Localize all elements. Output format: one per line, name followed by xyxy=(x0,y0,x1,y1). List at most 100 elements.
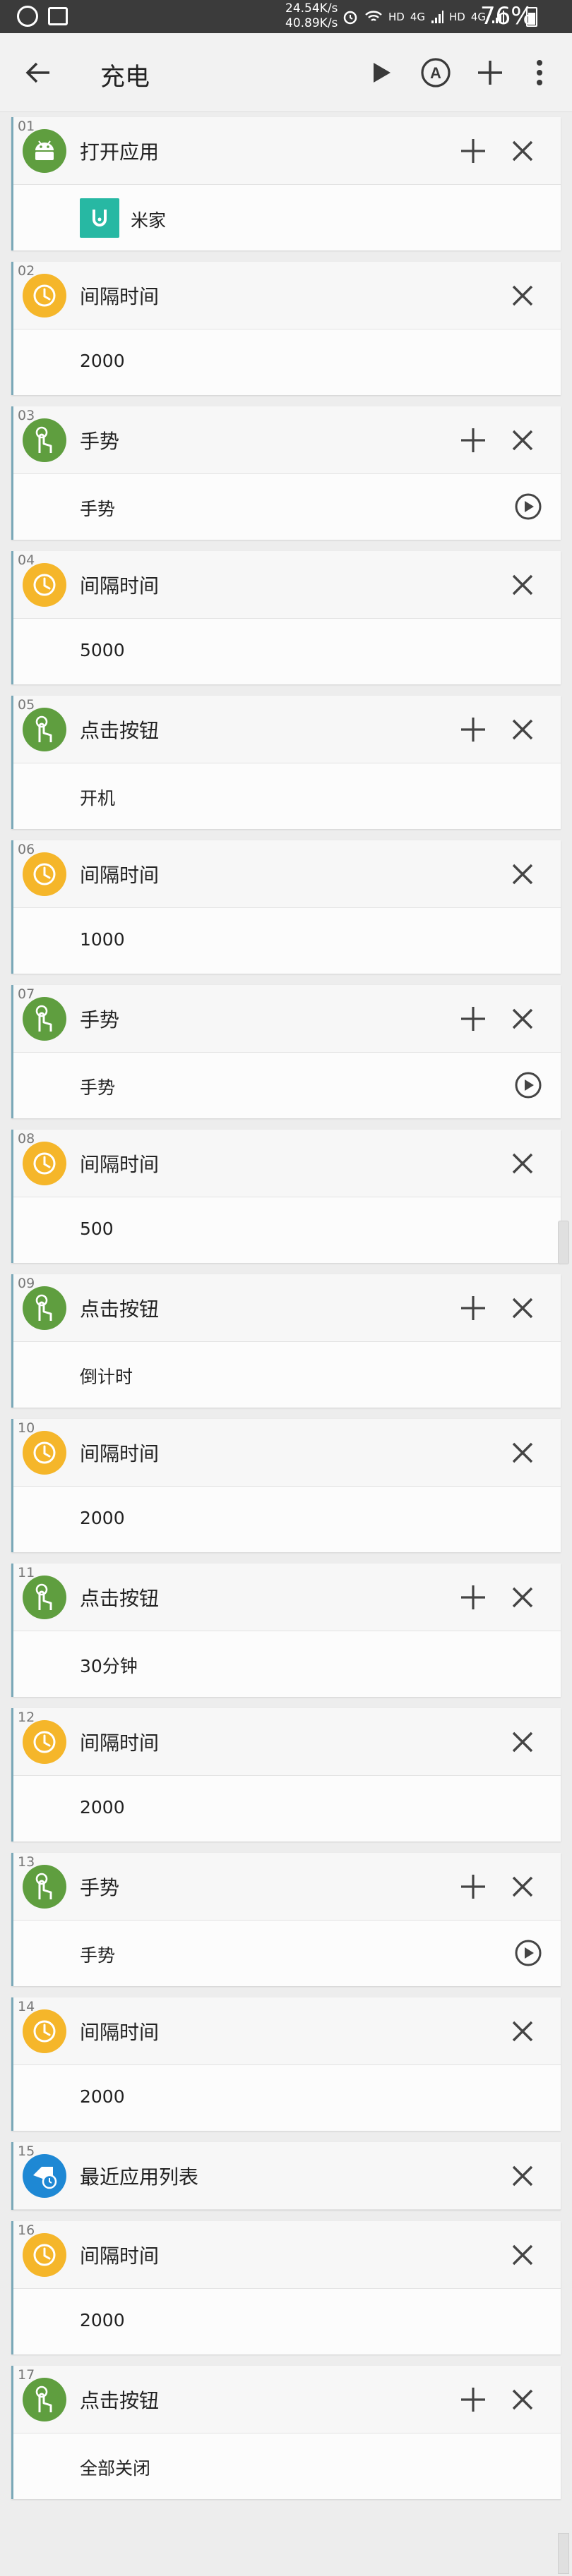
add-step-button[interactable] xyxy=(470,53,510,92)
step-header[interactable]: 03 手势 xyxy=(13,406,561,474)
back-button[interactable] xyxy=(20,54,56,91)
clock-icon xyxy=(23,1142,66,1185)
add-substep-button[interactable] xyxy=(453,1578,493,1617)
more-button[interactable] xyxy=(520,53,559,92)
step-header[interactable]: 10 间隔时间 xyxy=(13,1419,561,1487)
step-body[interactable]: 开机 xyxy=(13,763,561,829)
step-header[interactable]: 06 间隔时间 xyxy=(13,840,561,908)
step-header[interactable]: 02 间隔时间 xyxy=(13,262,561,329)
step-body[interactable]: 米家 xyxy=(13,185,561,250)
remove-step-button[interactable] xyxy=(503,2012,542,2051)
remove-step-button[interactable] xyxy=(503,1288,542,1328)
run-button[interactable] xyxy=(362,53,401,92)
step-card[interactable]: 16 间隔时间 2000 xyxy=(11,2221,561,2354)
step-card[interactable]: 02 间隔时间 2000 xyxy=(11,262,561,395)
step-header[interactable]: 05 点击按钮 xyxy=(13,696,561,763)
step-number: 05 xyxy=(18,697,35,713)
remove-step-button[interactable] xyxy=(503,1433,542,1473)
remove-step-button[interactable] xyxy=(503,276,542,315)
app-name: 米家 xyxy=(131,210,167,231)
step-body[interactable]: 全部关闭 xyxy=(13,2433,561,2499)
remove-step-button[interactable] xyxy=(503,565,542,605)
step-body[interactable]: 2000 xyxy=(13,2065,561,2131)
step-header[interactable]: 04 间隔时间 xyxy=(13,551,561,619)
wifi-icon xyxy=(365,11,382,21)
step-header[interactable]: 17 点击按钮 xyxy=(13,2366,561,2433)
step-header[interactable]: 14 间隔时间 xyxy=(13,1997,561,2065)
step-card[interactable]: 01 打开应用 米家 xyxy=(11,117,561,250)
add-substep-button[interactable] xyxy=(453,421,493,460)
remove-step-button[interactable] xyxy=(503,1722,542,1762)
step-title: 点击按钮 xyxy=(80,719,160,742)
step-card[interactable]: 14 间隔时间 2000 xyxy=(11,1997,561,2131)
remove-step-button[interactable] xyxy=(503,2156,542,2196)
add-substep-button[interactable] xyxy=(453,1867,493,1906)
step-body[interactable]: 倒计时 xyxy=(13,1342,561,1408)
add-substep-button[interactable] xyxy=(453,710,493,749)
preview-gesture-button[interactable] xyxy=(513,491,544,522)
step-card[interactable]: 05 点击按钮 开机 xyxy=(11,696,561,829)
step-number: 10 xyxy=(18,1420,35,1436)
step-card[interactable]: 17 点击按钮 全部关闭 xyxy=(11,2366,561,2499)
preview-gesture-button[interactable] xyxy=(513,1937,544,1969)
step-body[interactable]: 2000 xyxy=(13,1776,561,1842)
step-card[interactable]: 10 间隔时间 2000 xyxy=(11,1419,561,1552)
step-card[interactable]: 08 间隔时间 500 xyxy=(11,1130,561,1263)
auto-run-button[interactable]: A xyxy=(416,53,455,92)
step-body[interactable]: 手势 xyxy=(13,1053,561,1118)
step-header[interactable]: 13 手势 xyxy=(13,1853,561,1921)
status-left-icons xyxy=(17,6,68,27)
preview-gesture-button[interactable] xyxy=(513,1070,544,1101)
drag-handle[interactable] xyxy=(558,2533,569,2574)
step-title: 间隔时间 xyxy=(80,864,160,887)
clock-icon xyxy=(23,1431,66,1475)
step-card[interactable]: 06 间隔时间 1000 xyxy=(11,840,561,974)
step-card[interactable]: 11 点击按钮 30分钟 xyxy=(11,1564,561,1697)
remove-step-button[interactable] xyxy=(503,854,542,894)
step-body[interactable]: 2000 xyxy=(13,2289,561,2354)
remove-step-button[interactable] xyxy=(503,2235,542,2275)
add-substep-button[interactable] xyxy=(453,1288,493,1328)
step-header[interactable]: 07 手势 xyxy=(13,985,561,1053)
step-header[interactable]: 01 打开应用 xyxy=(13,117,561,185)
step-card[interactable]: 15 最近应用列表 xyxy=(11,2142,561,2210)
remove-step-button[interactable] xyxy=(503,710,542,749)
step-body[interactable]: 30分钟 xyxy=(13,1631,561,1697)
step-header[interactable]: 16 间隔时间 xyxy=(13,2221,561,2289)
step-value: 手势 xyxy=(80,499,116,519)
step-body[interactable]: 1000 xyxy=(13,908,561,974)
step-card[interactable]: 04 间隔时间 5000 xyxy=(11,551,561,684)
step-card[interactable]: 09 点击按钮 倒计时 xyxy=(11,1274,561,1408)
alarm-icon xyxy=(343,11,357,25)
step-header[interactable]: 15 最近应用列表 xyxy=(13,2142,561,2210)
add-substep-button[interactable] xyxy=(453,999,493,1039)
step-body[interactable]: 2000 xyxy=(13,1487,561,1552)
step-body[interactable]: 5000 xyxy=(13,619,561,684)
close-icon xyxy=(512,285,533,306)
remove-step-button[interactable] xyxy=(503,2380,542,2419)
step-header[interactable]: 08 间隔时间 xyxy=(13,1130,561,1197)
remove-step-button[interactable] xyxy=(503,999,542,1039)
add-substep-button[interactable] xyxy=(453,131,493,171)
hand-tap-icon xyxy=(23,997,66,1041)
step-header[interactable]: 11 点击按钮 xyxy=(13,1564,561,1631)
remove-step-button[interactable] xyxy=(503,421,542,460)
step-card[interactable]: 12 间隔时间 2000 xyxy=(11,1708,561,1842)
step-header[interactable]: 12 间隔时间 xyxy=(13,1708,561,1776)
step-header[interactable]: 09 点击按钮 xyxy=(13,1274,561,1342)
step-title: 点击按钮 xyxy=(80,1298,160,1321)
remove-step-button[interactable] xyxy=(503,1144,542,1183)
step-title: 间隔时间 xyxy=(80,2021,160,2044)
add-substep-button[interactable] xyxy=(453,2380,493,2419)
step-card[interactable]: 13 手势 手势 xyxy=(11,1853,561,1986)
step-body[interactable]: 2000 xyxy=(13,329,561,395)
step-body[interactable]: 500 xyxy=(13,1197,561,1263)
step-body[interactable]: 手势 xyxy=(13,1921,561,1986)
remove-step-button[interactable] xyxy=(503,131,542,171)
step-card[interactable]: 03 手势 手势 xyxy=(11,406,561,540)
remove-step-button[interactable] xyxy=(503,1867,542,1906)
scrollbar-thumb[interactable] xyxy=(558,1221,569,1264)
remove-step-button[interactable] xyxy=(503,1578,542,1617)
step-body[interactable]: 手势 xyxy=(13,474,561,540)
step-card[interactable]: 07 手势 手势 xyxy=(11,985,561,1118)
